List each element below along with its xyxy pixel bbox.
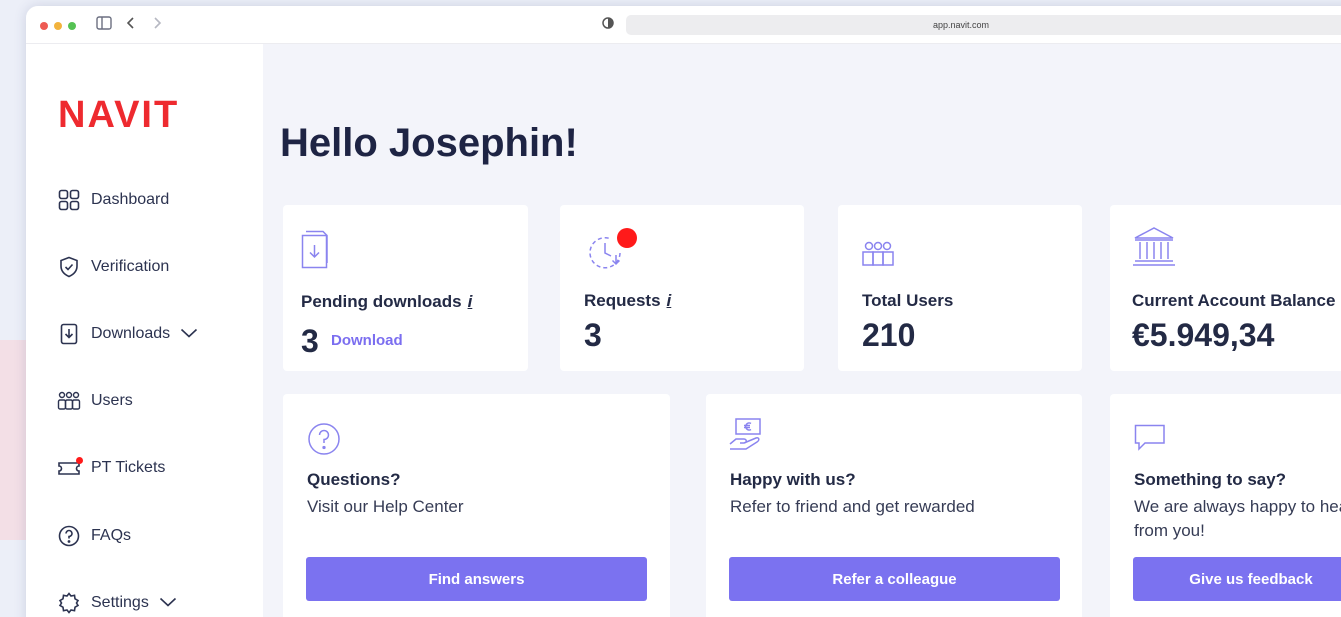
browser-toolbar: app.navit.com [26, 6, 1341, 44]
card-title: Happy with us? [730, 470, 856, 489]
stat-card-account-balance: Current Account Balance €5.949,34 [1110, 205, 1341, 371]
stat-title: Requests [584, 291, 661, 310]
stat-card-pending-downloads: Pending downloads i 3 Download [283, 205, 528, 371]
dashboard-icon [56, 188, 82, 212]
stat-value: 3 [301, 323, 319, 359]
sidebar-item-label: Verification [91, 258, 170, 275]
shield-check-icon [56, 255, 82, 279]
card-text: Refer to friend and get rewarded [730, 497, 975, 516]
download-link[interactable]: Download [331, 332, 403, 349]
stat-value: 210 [862, 317, 916, 353]
sidebar-item-pt-tickets[interactable]: PT Tickets [56, 454, 165, 482]
card-text: We are always happy to hear from you! [1134, 497, 1341, 540]
stat-title: Pending downloads [301, 292, 462, 311]
notification-badge [76, 457, 83, 464]
users-icon [56, 389, 82, 413]
sidebar-item-faqs[interactable]: FAQs [56, 522, 131, 550]
maximize-window-button[interactable] [68, 22, 76, 30]
referral-card: Happy with us? Refer to friend and get r… [706, 394, 1082, 617]
stat-value: €5.949,34 [1132, 317, 1275, 353]
sidebar-item-label: Dashboard [91, 191, 170, 208]
card-title: Questions? [307, 470, 401, 489]
sidebar-toggle-icon[interactable] [96, 16, 112, 34]
notification-badge [617, 228, 637, 248]
chevron-down-icon[interactable] [180, 325, 198, 343]
sidebar-item-verification[interactable]: Verification [56, 253, 169, 281]
sidebar-item-settings[interactable]: Settings [56, 589, 177, 617]
privacy-shield-icon[interactable] [602, 16, 614, 34]
users-icon [860, 241, 896, 272]
help-center-card: Questions? Visit our Help Center Find an… [283, 394, 670, 617]
card-title: Something to say? [1134, 470, 1287, 489]
question-circle-icon [307, 422, 343, 463]
give-feedback-button[interactable]: Give us feedback [1133, 557, 1341, 601]
stat-title: Total Users [862, 291, 954, 310]
ticket-icon [56, 456, 83, 480]
sidebar: NAVIT Dashboard Verification Downloads U… [26, 44, 263, 617]
gear-icon [56, 591, 82, 615]
stat-title: Current Account Balance [1132, 291, 1336, 310]
sidebar-item-users[interactable]: Users [56, 387, 133, 415]
navit-logo[interactable]: NAVIT [58, 94, 179, 137]
page-title: Hello Josephin! [280, 121, 578, 165]
minimize-window-button[interactable] [54, 22, 62, 30]
stat-value: 3 [584, 317, 602, 353]
sidebar-item-downloads[interactable]: Downloads [56, 320, 198, 348]
info-icon[interactable]: i [468, 292, 473, 311]
sidebar-item-label: Downloads [91, 325, 171, 342]
stat-card-total-users: Total Users 210 [838, 205, 1082, 371]
download-file-icon [301, 230, 337, 279]
sidebar-item-label: PT Tickets [91, 459, 166, 476]
main-content: Hello Josephin! Pending downloads i 3 Dow… [263, 44, 1341, 617]
close-window-button[interactable] [40, 22, 48, 30]
download-file-icon [56, 322, 82, 346]
sidebar-item-label: Users [91, 392, 133, 409]
sidebar-item-dashboard[interactable]: Dashboard [56, 186, 169, 214]
hand-euro-icon [728, 416, 772, 461]
bank-icon [1132, 225, 1176, 272]
chat-bubble-icon [1134, 424, 1166, 457]
feedback-card: Something to say? We are always happy to… [1110, 394, 1341, 617]
question-icon [56, 524, 82, 548]
card-text: Visit our Help Center [307, 497, 464, 516]
address-bar[interactable]: app.navit.com [626, 15, 1341, 35]
find-answers-button[interactable]: Find answers [306, 557, 647, 601]
chevron-down-icon[interactable] [159, 594, 177, 612]
forward-icon[interactable] [152, 16, 162, 34]
info-icon[interactable]: i [667, 291, 672, 310]
browser-window: app.navit.com NAVIT Dashboard Verificati… [26, 6, 1341, 617]
refer-colleague-button[interactable]: Refer a colleague [729, 557, 1060, 601]
back-icon[interactable] [126, 16, 136, 34]
sidebar-item-label: Settings [91, 594, 149, 611]
stat-card-requests: Requests i 3 [560, 205, 804, 371]
sidebar-item-label: FAQs [91, 527, 132, 544]
